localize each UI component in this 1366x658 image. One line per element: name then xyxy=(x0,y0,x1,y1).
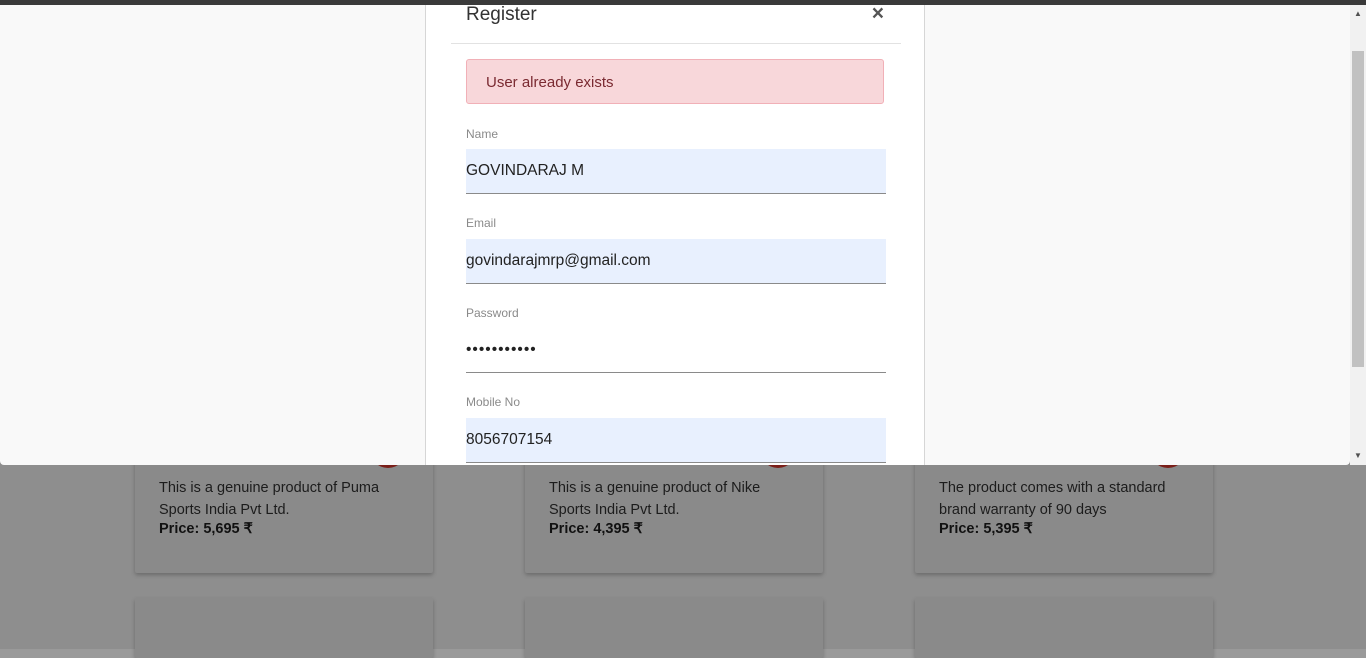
modal-title: Register xyxy=(466,5,537,25)
mobile-label: Mobile No xyxy=(466,395,521,409)
product-price: Price: 4,395 ₹ xyxy=(549,521,643,537)
modal-divider xyxy=(451,43,901,44)
product-price: Price: 5,695 ₹ xyxy=(159,521,253,537)
name-field[interactable] xyxy=(466,149,886,194)
product-card[interactable] xyxy=(135,598,433,658)
modal-scrollbar[interactable]: ▲ ▼ xyxy=(1350,5,1366,465)
product-description: This is a genuine product of Puma Sports… xyxy=(159,480,380,518)
register-modal: Register × User already exists Name Emai… xyxy=(425,5,925,465)
product-card[interactable]: This is a genuine product of Nike Sports… xyxy=(525,430,823,573)
product-price: Price: 5,395 ₹ xyxy=(939,521,1033,537)
product-card[interactable] xyxy=(525,598,823,658)
email-label: Email xyxy=(466,216,497,230)
scroll-down-arrow[interactable]: ▼ xyxy=(1350,449,1366,463)
scroll-up-arrow[interactable]: ▲ xyxy=(1350,7,1366,21)
product-description: The product comes with a standard brand … xyxy=(939,480,1166,518)
modal-overlay: Register × User already exists Name Emai… xyxy=(0,5,1350,465)
password-label: Password xyxy=(466,306,519,320)
product-card[interactable] xyxy=(915,598,1213,658)
email-field[interactable] xyxy=(466,239,886,284)
close-icon[interactable]: × xyxy=(872,5,884,26)
product-card[interactable]: The product comes with a standard brand … xyxy=(915,430,1213,573)
scroll-thumb[interactable] xyxy=(1352,51,1364,367)
mobile-field[interactable] xyxy=(466,418,886,463)
product-card[interactable]: This is a genuine product of Puma Sports… xyxy=(135,430,433,573)
error-alert: User already exists xyxy=(466,59,884,104)
password-field[interactable] xyxy=(466,328,886,373)
name-label: Name xyxy=(466,127,499,141)
product-description: This is a genuine product of Nike Sports… xyxy=(549,480,761,518)
